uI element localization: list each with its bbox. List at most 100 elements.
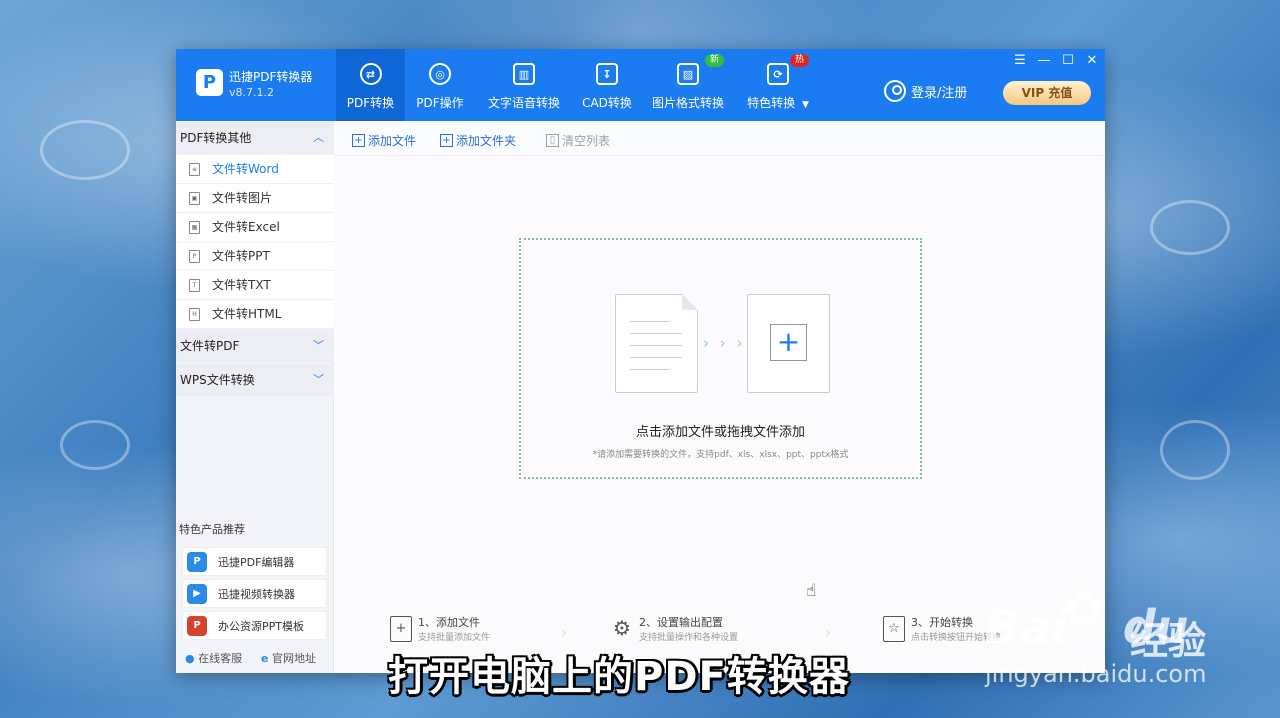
online-service-link[interactable]: ● 在线客服: [185, 650, 242, 666]
tab-label: PDF转换: [346, 96, 395, 110]
add-folder-button[interactable]: + 添加文件夹: [440, 132, 516, 149]
tab-label: 文字语音转换: [487, 96, 560, 110]
clear-list-button[interactable]: ▯ 清空列表: [546, 132, 610, 149]
water-ripple: [40, 120, 130, 180]
title-bar: P 迅捷PDF转换器 v8.7.1.2 ⇄ PDF转换 ◎ PDF操作 ▥ 文字…: [176, 49, 1105, 121]
tab-pdf-operate[interactable]: ◎ PDF操作: [409, 49, 471, 121]
document-icon: [615, 294, 698, 393]
person-icon: ●: [185, 652, 195, 665]
sidebar-item-to-ppt[interactable]: P 文件转PPT: [176, 242, 334, 271]
recommend-title: 特色产品推荐: [179, 523, 245, 536]
sidebar-item-to-excel[interactable]: ▦ 文件转Excel: [176, 213, 334, 242]
tab-cad[interactable]: ↧ CAD转换: [576, 49, 638, 121]
start-convert-icon: ☆: [883, 616, 905, 642]
drop-zone-hint: *请添加需要转换的文件，支持pdf、xls、xlsx、ppt、pptx格式: [592, 450, 849, 460]
special-convert-icon: ⟳: [767, 63, 789, 85]
chevron-down-icon: ﹀: [313, 373, 324, 386]
image-file-icon: ▣: [189, 192, 200, 205]
file-toolbar: + 添加文件 + 添加文件夹 ▯ 清空列表: [335, 121, 1105, 156]
html-file-icon: H: [189, 308, 200, 321]
add-file-button[interactable]: + 添加文件: [352, 132, 416, 149]
app-logo-icon: P: [196, 69, 223, 96]
add-folder-icon: +: [440, 134, 453, 147]
target-document-icon: +: [747, 294, 830, 393]
new-badge: 新: [705, 54, 725, 67]
app-window: P 迅捷PDF转换器 v8.7.1.2 ⇄ PDF转换 ◎ PDF操作 ▥ 文字…: [176, 49, 1105, 673]
drop-zone-title: 点击添加文件或拖拽文件添加: [635, 425, 805, 440]
step-desc: 支持批量操作和各种设置: [639, 633, 739, 643]
close-button[interactable]: ✕: [1081, 52, 1103, 70]
tab-label: 特色转换 ▼: [747, 96, 809, 110]
water-ripple: [1160, 420, 1230, 480]
doc-line: [630, 321, 670, 322]
step-separator-icon: ›: [825, 624, 831, 642]
sidebar-section-to-pdf[interactable]: 文件转PDF ﹀: [176, 330, 334, 362]
video-converter-icon: ▶: [187, 584, 207, 604]
chevron-up-icon: ︿: [313, 131, 324, 144]
video-caption: 打开电脑上的PDF转换器: [388, 654, 850, 700]
convert-icon: ⇄: [359, 63, 382, 85]
step-title: 3、开始转换: [911, 616, 973, 629]
ie-icon: e: [261, 652, 269, 665]
trash-icon: ▯: [546, 134, 559, 147]
step-title: 1、添加文件: [418, 616, 480, 629]
sidebar-section-pdf-other[interactable]: PDF转换其他 ︿: [176, 122, 334, 154]
add-file-step-icon: +: [390, 616, 412, 642]
pdf-operate-icon: ◎: [429, 63, 451, 85]
step-separator-icon: ›: [561, 624, 567, 642]
tab-pdf-convert[interactable]: ⇄ PDF转换: [336, 49, 405, 121]
tab-text-voice[interactable]: ▥ 文字语音转换: [484, 49, 564, 121]
doc-line: [630, 357, 682, 358]
app-name: 迅捷PDF转换器: [229, 70, 313, 84]
menu-icon[interactable]: ☰: [1009, 52, 1031, 70]
dropdown-arrow-icon: ▼: [801, 100, 809, 110]
watermark-cn: 经验: [1130, 619, 1207, 663]
doc-line: [630, 345, 682, 346]
excel-file-icon: ▦: [189, 221, 200, 234]
ppt-template-icon: P: [187, 616, 207, 636]
login-label: 登录/注册: [911, 85, 968, 101]
user-icon: [884, 80, 906, 102]
pdf-editor-icon: P: [187, 552, 207, 572]
sidebar-section-wps[interactable]: WPS文件转换 ﹀: [176, 364, 334, 396]
hot-badge: 热: [790, 54, 810, 67]
recommend-ppt-template[interactable]: P 办公资源PPT模板: [182, 611, 327, 640]
water-ripple: [1150, 200, 1230, 255]
settings-gear-icon: ⚙: [613, 616, 631, 640]
page-fold: [682, 294, 698, 310]
sidebar: PDF转换其他 ︿ ≡ 文件转Word ▣ 文件转图片 ▦ 文件转Excel P…: [176, 121, 334, 673]
chevron-down-icon: ﹀: [313, 339, 324, 352]
plus-icon: +: [770, 324, 807, 361]
doc-line: [630, 369, 670, 370]
watermark-url: jingyan.baidu.com: [985, 660, 1207, 688]
sidebar-item-to-word[interactable]: ≡ 文件转Word: [176, 155, 334, 184]
voice-icon: ▥: [513, 63, 535, 85]
website-link[interactable]: e 官网地址: [261, 650, 316, 666]
recommend-video-converter[interactable]: ▶ 迅捷视频转换器: [182, 579, 327, 608]
step-desc: 支持批量添加文件: [418, 633, 491, 643]
minimize-button[interactable]: —: [1033, 52, 1055, 70]
main-area: › › › + 点击添加文件或拖拽文件添加 *请添加需要转换的文件，支持pdf、…: [335, 156, 1105, 673]
step-title: 2、设置输出配置: [639, 616, 723, 629]
doc-line: [630, 333, 682, 334]
tab-label: 图片格式转换: [651, 96, 724, 110]
txt-file-icon: T: [189, 279, 200, 292]
login-register-button[interactable]: 登录/注册: [884, 80, 967, 102]
hand-cursor-icon: ☝: [806, 581, 817, 601]
app-version: v8.7.1.2: [229, 86, 274, 99]
image-icon: ▨: [677, 63, 699, 85]
recommend-pdf-editor[interactable]: P 迅捷PDF编辑器: [182, 547, 327, 576]
ppt-file-icon: P: [189, 250, 200, 263]
file-drop-zone[interactable]: › › › + 点击添加文件或拖拽文件添加 *请添加需要转换的文件，支持pdf、…: [519, 238, 922, 479]
maximize-button[interactable]: ☐: [1057, 52, 1079, 70]
add-file-icon: +: [352, 134, 365, 147]
tab-label: PDF操作: [416, 96, 464, 110]
sidebar-item-to-html[interactable]: H 文件转HTML: [176, 300, 334, 329]
water-ripple: [60, 420, 130, 470]
vip-recharge-button[interactable]: VIP 充值: [1003, 81, 1091, 105]
sidebar-item-to-image[interactable]: ▣ 文件转图片: [176, 184, 334, 213]
sidebar-item-to-txt[interactable]: T 文件转TXT: [176, 271, 334, 300]
word-file-icon: ≡: [189, 163, 200, 176]
tab-label: CAD转换: [582, 96, 632, 110]
arrow-right-icon: › › ›: [703, 334, 746, 352]
